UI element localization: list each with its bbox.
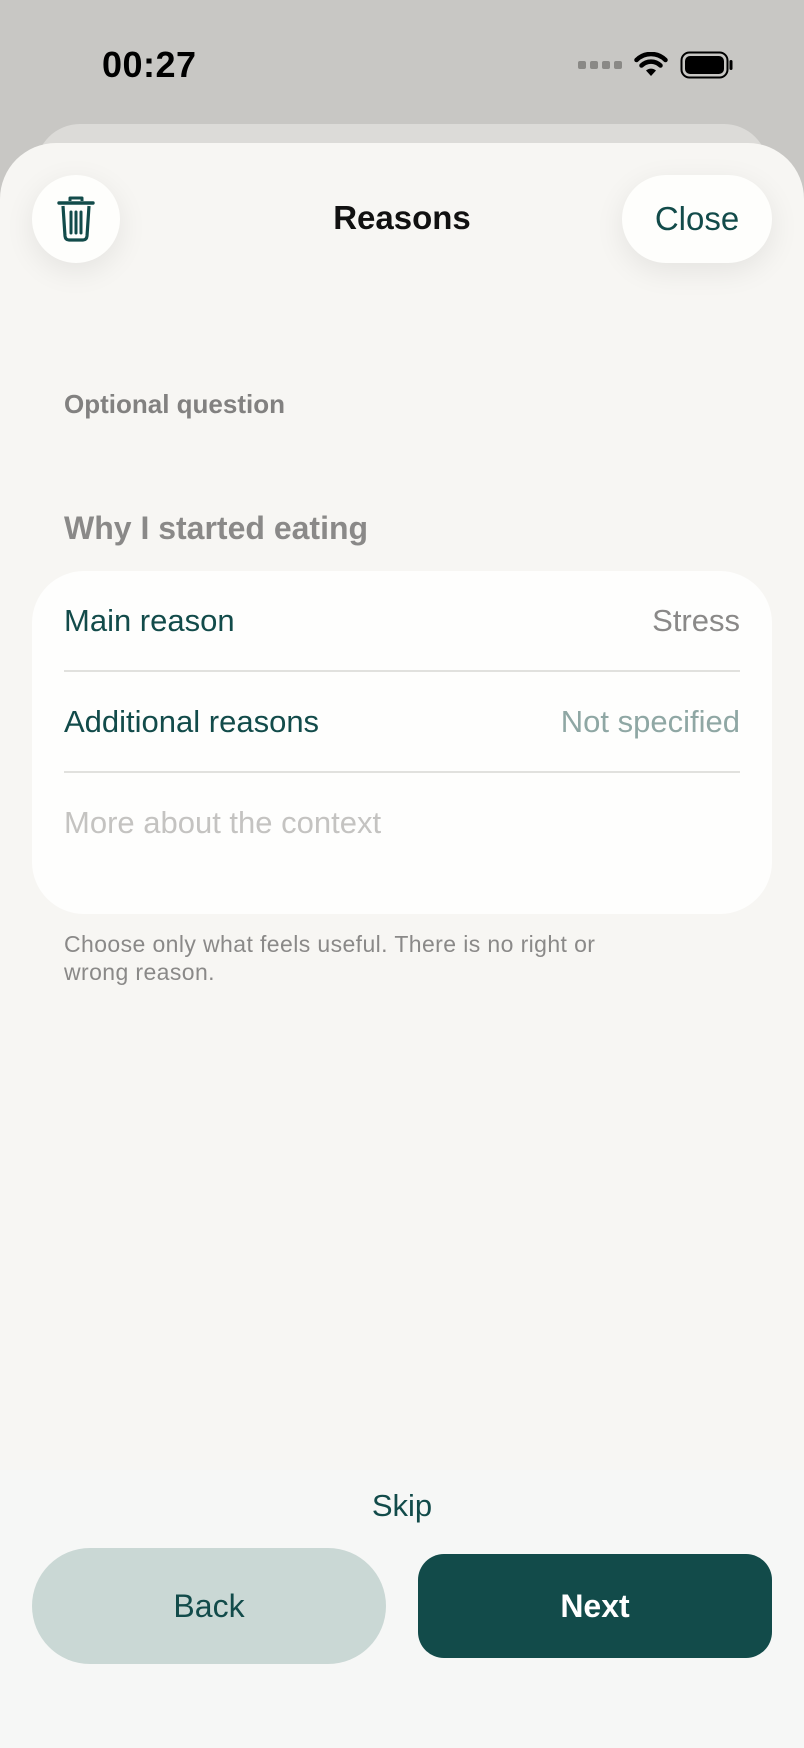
main-reason-value: Stress xyxy=(652,602,740,638)
wifi-icon xyxy=(634,52,668,76)
reasons-card: Main reason Stress Additional reasons No… xyxy=(32,571,772,914)
additional-reasons-value: Not specified xyxy=(560,703,740,739)
close-button[interactable]: Close xyxy=(622,175,772,263)
skip-button[interactable]: Skip xyxy=(0,1488,804,1524)
back-button[interactable]: Back xyxy=(32,1548,386,1664)
optional-question-label: Optional question xyxy=(64,389,285,419)
signal-dots-icon xyxy=(578,61,622,69)
status-icons xyxy=(578,50,734,80)
status-bar: 00:27 xyxy=(0,0,804,120)
battery-icon xyxy=(680,51,733,79)
main-reason-row[interactable]: Main reason Stress xyxy=(64,571,740,672)
main-reason-label: Main reason xyxy=(64,602,235,638)
additional-reasons-label: Additional reasons xyxy=(64,703,320,739)
additional-reasons-row[interactable]: Additional reasons Not specified xyxy=(64,672,740,773)
section-title: Why I started eating xyxy=(64,510,369,546)
context-input[interactable] xyxy=(64,773,740,873)
helper-text: Choose only what feels useful. There is … xyxy=(64,931,596,985)
status-time: 00:27 xyxy=(102,44,197,85)
next-button[interactable]: Next xyxy=(418,1554,772,1658)
